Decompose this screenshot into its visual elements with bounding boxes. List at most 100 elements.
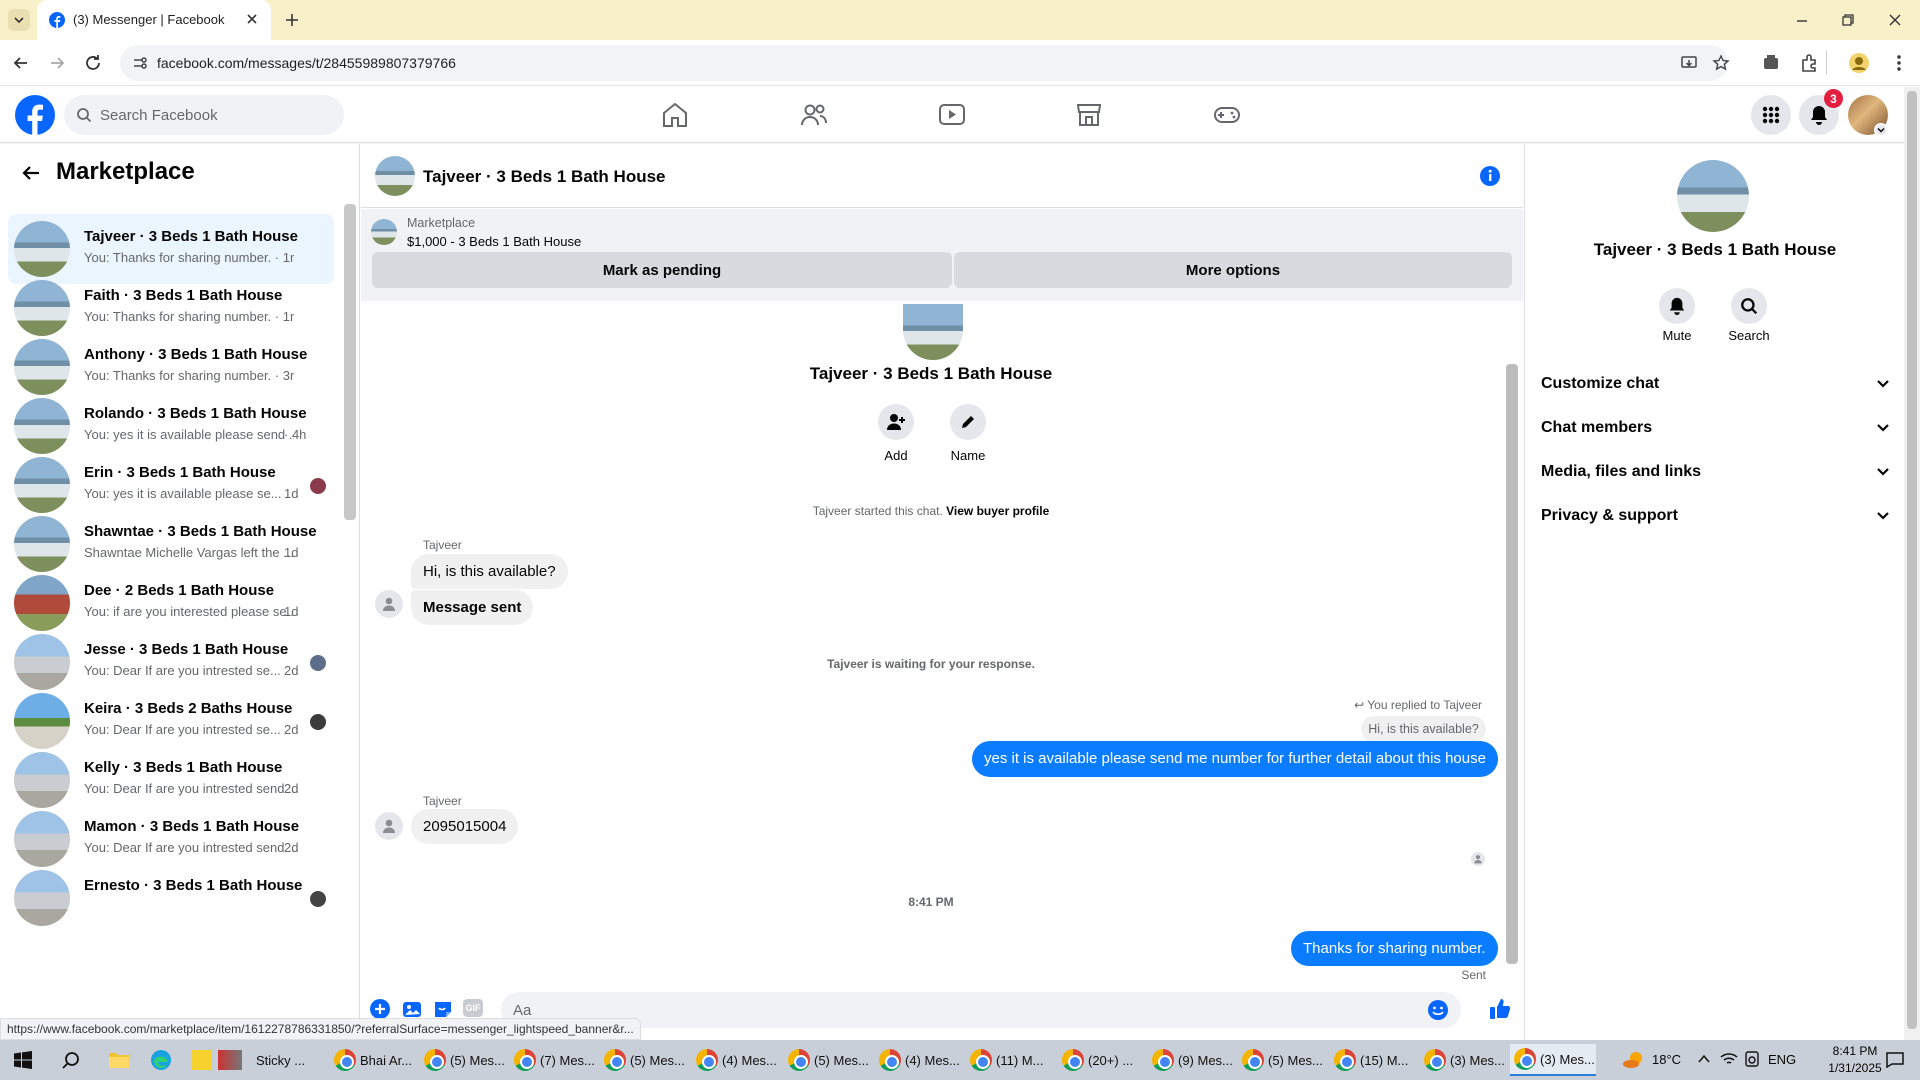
back-icon[interactable] [10, 52, 32, 74]
clock-date[interactable]: 1/31/2025 [1818, 1061, 1892, 1075]
mark-as-pending-button[interactable]: Mark as pending [372, 252, 952, 288]
taskbar-app-button[interactable]: (11) M... [966, 1044, 1052, 1076]
listing-title[interactable]: $1,000 - 3 Beds 1 Bath House [407, 234, 581, 249]
marketplace-icon[interactable] [1074, 101, 1104, 129]
gif-button[interactable]: GIF [463, 999, 483, 1017]
minimize-icon[interactable] [1795, 14, 1809, 28]
conversation-time: · 4h [284, 427, 307, 442]
restore-icon[interactable] [1841, 13, 1855, 27]
video-icon[interactable] [937, 101, 967, 129]
close-window-icon[interactable] [1888, 13, 1902, 27]
info-icon[interactable] [1479, 165, 1501, 187]
bookmark-star-icon[interactable] [1712, 54, 1730, 72]
thumbs-up-icon[interactable] [1487, 996, 1513, 1022]
notifications-button[interactable]: 3 [1799, 89, 1843, 135]
details-section-item[interactable]: Customize chat [1541, 366, 1891, 402]
conversation-item[interactable]: Ernesto · 3 Beds 1 Bath House [8, 863, 334, 933]
gaming-icon[interactable] [1212, 101, 1242, 129]
facebook-logo-icon[interactable] [14, 94, 56, 136]
details-section-item[interactable]: Chat members [1541, 410, 1891, 446]
close-tab-icon[interactable] [245, 12, 259, 26]
browser-tab-active[interactable]: (3) Messenger | Facebook [37, 0, 271, 40]
sender-avatar[interactable] [375, 812, 403, 840]
search-in-chat-button[interactable] [1731, 288, 1767, 324]
windows-start-icon[interactable] [14, 1051, 32, 1069]
taskbar-app-button[interactable]: (5) Mes... [420, 1044, 506, 1076]
chat-avatar[interactable] [375, 156, 415, 196]
tab-search-button[interactable] [8, 9, 30, 31]
address-bar[interactable]: facebook.com/messages/t/2845598980737976… [120, 45, 1730, 81]
emoji-icon[interactable] [1427, 999, 1449, 1021]
back-arrow-icon[interactable] [20, 162, 42, 184]
list-scrollbar[interactable] [344, 204, 356, 520]
taskbar-app-button[interactable]: (5) Mes... [1238, 1044, 1324, 1076]
more-options-button[interactable]: More options [954, 252, 1512, 288]
profile-icon[interactable] [1848, 52, 1870, 74]
taskbar-app-button[interactable]: (3) Mes... [1420, 1044, 1506, 1076]
conversation-thumbnail [14, 634, 70, 690]
speaker-icon[interactable] [1744, 1051, 1760, 1067]
chat-title[interactable]: Tajveer · 3 Beds 1 Bath House [423, 167, 666, 187]
add-people-button[interactable] [878, 404, 914, 440]
taskbar-app-button[interactable]: (20+) ... [1058, 1044, 1144, 1076]
thread-scrollbar[interactable] [1506, 364, 1518, 964]
sender-name: Tajveer [423, 794, 462, 808]
reload-icon[interactable] [82, 52, 104, 74]
details-section-item[interactable]: Privacy & support [1541, 498, 1891, 534]
wifi-icon[interactable] [1720, 1051, 1738, 1067]
conversation-time: 2d [284, 781, 299, 796]
facebook-search-input[interactable]: Search Facebook [64, 95, 344, 135]
page-scrollbar[interactable] [1904, 87, 1920, 1040]
taskbar-app-button[interactable]: (5) Mes... [600, 1044, 686, 1076]
search-icon[interactable] [62, 1051, 80, 1069]
taskbar-app-button[interactable]: (3) Mes... [1510, 1044, 1596, 1076]
incoming-message[interactable]: 2095015004 [411, 809, 519, 844]
language-indicator[interactable]: ENG [1768, 1052, 1796, 1067]
conversation-thumbnail [14, 339, 70, 395]
quoted-message[interactable]: Hi, is this available? [1361, 716, 1486, 742]
taskbar-app-button[interactable]: (5) Mes... [784, 1044, 870, 1076]
taskbar-app-button[interactable]: (4) Mes... [875, 1044, 961, 1076]
message-input[interactable]: Aa [501, 992, 1461, 1028]
weather-icon[interactable] [1622, 1050, 1646, 1070]
friends-icon[interactable] [799, 101, 829, 129]
taskbar-app-button[interactable]: Sticky ... [188, 1044, 318, 1076]
edit-name-button[interactable] [950, 404, 986, 440]
sticker-icon[interactable] [432, 998, 454, 1020]
new-tab-icon[interactable] [284, 12, 300, 28]
menu-grid-button[interactable] [1751, 95, 1791, 135]
taskbar-app-button[interactable]: Bhai Ar... [330, 1044, 416, 1076]
extension-icon[interactable] [1760, 52, 1782, 74]
extensions-puzzle-icon[interactable] [1798, 52, 1820, 74]
taskbar-app-button[interactable]: (7) Mes... [510, 1044, 596, 1076]
view-buyer-profile-link[interactable]: View buyer profile [946, 504, 1049, 518]
thread-profile-avatar[interactable] [903, 304, 963, 360]
taskbar-app-button[interactable]: (15) M... [1330, 1044, 1416, 1076]
clock-time[interactable]: 8:41 PM [1818, 1044, 1892, 1058]
install-app-icon[interactable] [1680, 54, 1698, 72]
incoming-message[interactable]: Hi, is this available? [411, 554, 568, 589]
taskbar-app-button[interactable]: (4) Mes... [692, 1044, 778, 1076]
details-section-item[interactable]: Media, files and links [1541, 454, 1891, 490]
outgoing-message[interactable]: yes it is available please send me numbe… [972, 741, 1498, 777]
outgoing-message[interactable]: Thanks for sharing number. [1291, 931, 1498, 966]
file-explorer-icon[interactable] [108, 1050, 130, 1070]
notification-center-icon[interactable] [1886, 1052, 1904, 1068]
temperature[interactable]: 18°C [1652, 1052, 1681, 1067]
details-avatar[interactable] [1677, 160, 1749, 232]
sender-avatar[interactable] [375, 590, 403, 618]
photo-icon[interactable] [401, 998, 423, 1020]
site-info-icon[interactable] [132, 55, 148, 71]
forward-icon[interactable] [46, 52, 68, 74]
browser-menu-icon[interactable] [1888, 52, 1910, 74]
taskbar-app-button[interactable]: (9) Mes... [1148, 1044, 1234, 1076]
chevron-up-icon[interactable] [1698, 1054, 1710, 1064]
listing-thumbnail[interactable] [371, 219, 397, 245]
plus-circle-icon[interactable] [369, 998, 391, 1020]
mute-button[interactable] [1659, 288, 1695, 324]
incoming-message[interactable]: Message sent [411, 590, 534, 625]
edge-browser-icon[interactable] [150, 1049, 172, 1071]
account-menu-button[interactable] [1874, 123, 1888, 137]
home-icon[interactable] [660, 101, 690, 129]
page-scrollbar-thumb[interactable] [1907, 91, 1917, 1029]
